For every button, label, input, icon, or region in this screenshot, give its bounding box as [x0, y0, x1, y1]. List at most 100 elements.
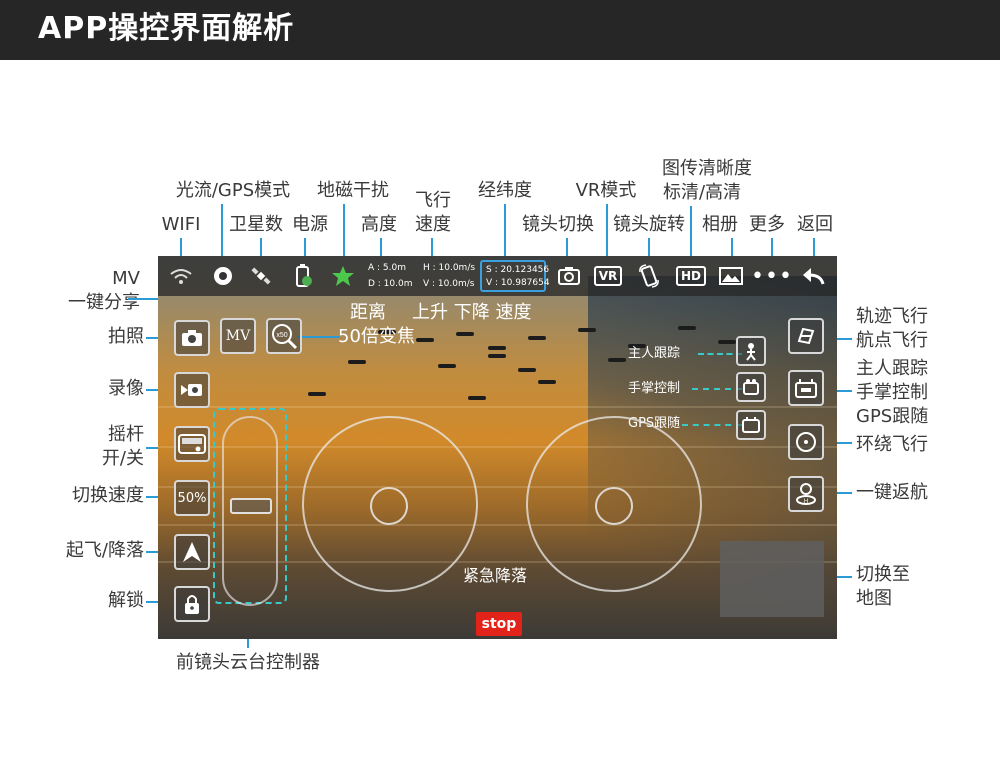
- label-return-home: 一键返航: [856, 482, 928, 503]
- mv-share-button[interactable]: MV: [220, 318, 256, 354]
- label-transmission-2: 标清/高清: [662, 182, 742, 203]
- label-mv-1: MV: [112, 268, 140, 289]
- hd-button[interactable]: HD: [674, 256, 708, 296]
- overlay-palm-control: 手掌控制: [628, 381, 681, 396]
- label-lens-rotate: 镜头旋转: [613, 214, 685, 235]
- follow-mode-button[interactable]: [788, 370, 824, 406]
- leader-geomag: [343, 204, 345, 262]
- emergency-stop-button[interactable]: stop: [476, 612, 522, 636]
- vr-mode-button[interactable]: VR: [592, 256, 624, 296]
- map-switch-thumbnail[interactable]: [720, 541, 824, 617]
- label-album: 相册: [702, 214, 738, 235]
- page-title: APP操控界面解析: [38, 11, 295, 46]
- label-unlock: 解锁: [108, 590, 144, 611]
- label-back: 返回: [797, 214, 833, 235]
- label-mv-2: 一键分享: [68, 292, 140, 313]
- speed-switch-button[interactable]: 50%: [174, 480, 210, 516]
- more-icon[interactable]: •••: [751, 256, 792, 296]
- status-bar: A : 5.0m D : 10.0m H : 10.0m/s V : 10.0m…: [158, 256, 837, 296]
- label-wifi: WIFI: [161, 214, 201, 235]
- app-screen: A : 5.0m D : 10.0m H : 10.0m/s V : 10.0m…: [158, 256, 837, 639]
- label-map-switch-2: 地图: [856, 588, 892, 609]
- boat: [538, 380, 556, 384]
- label-satellites: 卫星数: [229, 214, 283, 235]
- label-trajectory-1: 轨迹飞行: [856, 306, 928, 327]
- telemetry-lon: V : 10.987654: [486, 278, 550, 288]
- camera-switch-icon[interactable]: [554, 256, 584, 296]
- boat: [718, 340, 736, 344]
- gps-follow-button[interactable]: [736, 410, 766, 440]
- telemetry-v-speed: V : 10.0m/s: [423, 279, 475, 289]
- label-altitude: 高度: [361, 214, 397, 235]
- boat: [678, 326, 696, 330]
- orbit-flight-button[interactable]: [788, 424, 824, 460]
- leader-zoom: [298, 336, 340, 338]
- telemetry-distance: D : 10.0m: [368, 279, 413, 289]
- gps-mode-icon[interactable]: [208, 256, 238, 296]
- label-power: 电源: [292, 214, 328, 235]
- overlay-zoom: 50倍变焦: [338, 326, 415, 347]
- label-takeoff-land: 起飞/降落: [65, 540, 144, 561]
- label-lens-switch: 镜头切换: [522, 214, 594, 235]
- label-fly-speed-2: 速度: [415, 214, 451, 235]
- leader-vr: [606, 204, 608, 262]
- label-follow-3: GPS跟随: [856, 406, 929, 427]
- joystick-toggle-button[interactable]: [174, 426, 210, 462]
- overlay-distance: 距离: [350, 302, 386, 323]
- label-map-switch-1: 切换至: [856, 564, 910, 585]
- hd-label: HD: [675, 266, 706, 286]
- boat: [578, 328, 596, 332]
- label-photo: 拍照: [108, 326, 144, 347]
- boat: [308, 392, 326, 396]
- label-more: 更多: [749, 214, 785, 235]
- video-button[interactable]: [174, 372, 210, 408]
- boat: [416, 338, 434, 342]
- telemetry-lat: S : 20.123456: [486, 265, 550, 275]
- label-speed-switch: 切换速度: [72, 485, 144, 506]
- zoom-button[interactable]: x50: [266, 318, 302, 354]
- left-joystick-knob[interactable]: [370, 487, 408, 525]
- boat: [488, 346, 506, 350]
- boat: [608, 358, 626, 362]
- label-gimbal: 前镜头云台控制器: [176, 652, 320, 673]
- gimbal-slider-thumb[interactable]: [230, 498, 272, 514]
- overlay-up-down-speed: 上升 下降 速度: [412, 302, 532, 323]
- leader-gps: [221, 204, 223, 262]
- page-header: APP操控界面解析: [0, 0, 1000, 60]
- telemetry-h-speed: H : 10.0m/s: [423, 263, 476, 273]
- trajectory-flight-button[interactable]: [788, 318, 824, 354]
- satellite-icon: [246, 256, 276, 296]
- svg-text:H: H: [804, 499, 808, 505]
- unlock-button[interactable]: [174, 586, 210, 622]
- lat-lon-box: S : 20.123456 V : 10.987654: [480, 260, 550, 292]
- takeoff-land-button[interactable]: [174, 534, 210, 570]
- label-optical-flow-gps: 光流/GPS模式: [175, 180, 291, 201]
- label-follow-1: 主人跟踪: [856, 358, 928, 379]
- label-fly-speed-1: 飞行: [415, 190, 451, 211]
- boat: [518, 368, 536, 372]
- right-joystick-knob[interactable]: [595, 487, 633, 525]
- boat: [528, 336, 546, 340]
- label-joystick-2: 开/关: [101, 448, 144, 469]
- leader-hd: [690, 206, 692, 262]
- phone-rotate-icon[interactable]: [634, 256, 664, 296]
- overlay-emergency-land: 紧急降落: [463, 566, 528, 585]
- label-transmission-1: 图传清晰度: [662, 158, 752, 179]
- boat: [468, 396, 486, 400]
- label-trajectory-2: 航点飞行: [856, 330, 928, 351]
- boat: [438, 364, 456, 368]
- label-joystick-1: 摇杆: [108, 424, 144, 445]
- overlay-owner-follow: 主人跟踪: [628, 346, 681, 361]
- image-icon[interactable]: [716, 256, 746, 296]
- palm-control-button[interactable]: [736, 372, 766, 402]
- wifi-icon: [166, 256, 196, 296]
- boat: [348, 360, 366, 364]
- owner-follow-button[interactable]: [736, 336, 766, 366]
- vr-label: VR: [593, 266, 623, 286]
- label-geomagnetic: 地磁干扰: [317, 180, 389, 201]
- photo-button[interactable]: [174, 320, 210, 356]
- back-arrow-icon[interactable]: [798, 256, 828, 296]
- label-video: 录像: [108, 378, 144, 399]
- return-home-button[interactable]: H: [788, 476, 824, 512]
- label-orbit: 环绕飞行: [856, 434, 928, 455]
